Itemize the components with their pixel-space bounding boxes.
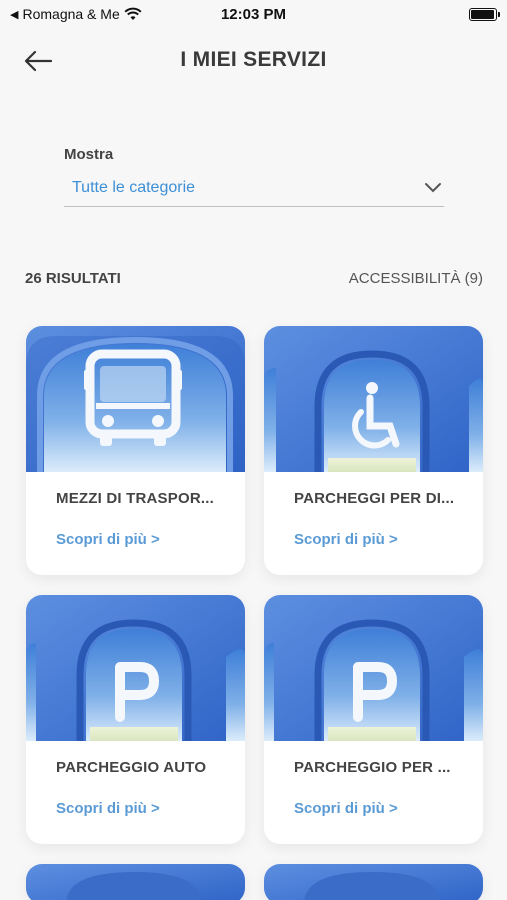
status-bar: ◀ Romagna & Me 12:03 PM [0, 0, 507, 30]
services-grid: MEZZI DI TRASPOR... Scopri di più > PARC… [26, 326, 483, 900]
header: I MIEI SERVIZI [0, 38, 507, 82]
service-title: MEZZI DI TRASPOR... [56, 490, 214, 507]
service-image [264, 595, 483, 741]
accessibility-filter-chip[interactable]: ACCESSIBILITÀ (9) [349, 270, 483, 287]
battery-icon [469, 8, 500, 21]
service-image [26, 326, 245, 472]
service-image [26, 595, 245, 741]
results-bar: 26 RISULTATI ACCESSIBILITÀ (9) [25, 270, 483, 287]
service-card[interactable]: PARCHEGGI PER DI... Scopri di più > [264, 326, 483, 575]
category-select-value: Tutte le categorie [72, 178, 196, 196]
service-title: PARCHEGGI PER DI... [294, 490, 455, 507]
chevron-down-icon [425, 182, 441, 192]
discover-more-link[interactable]: Scopri di più > [294, 800, 483, 817]
filter-label: Mostra [64, 146, 114, 163]
category-select[interactable]: Tutte le categorie [64, 169, 444, 207]
category-filter: Mostra Tutte le categorie [64, 146, 444, 207]
page-title: I MIEI SERVIZI [180, 48, 327, 71]
discover-more-link[interactable]: Scopri di più > [56, 531, 245, 548]
service-card[interactable]: PARCHEGGIO AUTO Scopri di più > [26, 595, 245, 844]
status-time: 12:03 PM [220, 6, 287, 23]
service-card[interactable]: PARCHEGGIO PER ... Scopri di più > [264, 595, 483, 844]
service-image [264, 326, 483, 472]
service-title: PARCHEGGIO AUTO [56, 759, 207, 776]
service-card[interactable]: MEZZI DI TRASPOR... Scopri di più > [26, 326, 245, 575]
service-title: PARCHEGGIO PER ... [294, 759, 451, 776]
discover-more-link[interactable]: Scopri di più > [56, 800, 245, 817]
service-image [264, 864, 483, 900]
results-count: 26 RISULTATI [25, 270, 121, 287]
discover-more-link[interactable]: Scopri di più > [294, 531, 483, 548]
service-card[interactable] [264, 864, 483, 900]
service-image [26, 864, 245, 900]
service-card[interactable] [26, 864, 245, 900]
